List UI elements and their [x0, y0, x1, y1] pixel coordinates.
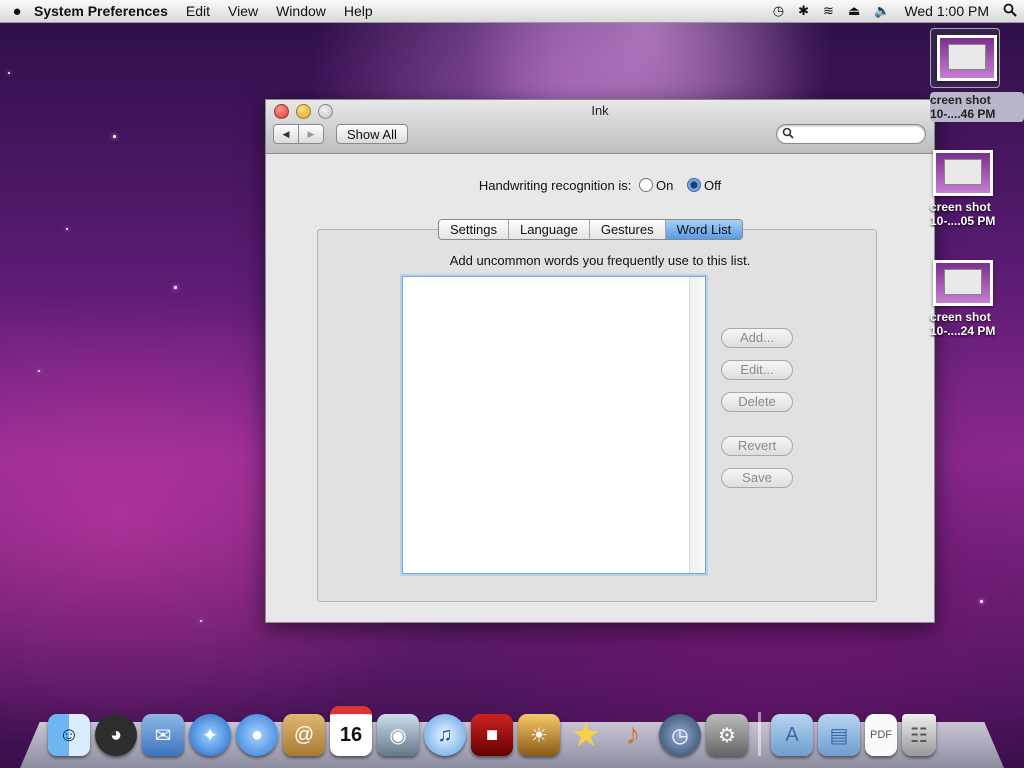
dock: ☺ ◕ ✉ ✦ ● @ 16 ◉ ♫ ■ ☀ ★ ♪ ◷ ⚙ A ▤ PDF ☷ [48, 706, 941, 756]
screenshot-thumbnail-icon [933, 260, 993, 306]
title-bar: Ink ◀ ▶ Show All [266, 100, 934, 154]
spotlight-icon[interactable] [1003, 3, 1017, 20]
save-button[interactable]: Save [721, 468, 793, 488]
time-machine-icon[interactable]: ◷ [659, 714, 701, 756]
bluetooth-icon[interactable]: ✱ [798, 3, 809, 19]
menu-edit[interactable]: Edit [186, 3, 210, 19]
dock-separator [758, 712, 761, 756]
preview-icon[interactable]: ◉ [377, 714, 419, 756]
screenshot-thumbnail-icon [933, 150, 993, 196]
wifi-icon[interactable]: ≋ [823, 3, 834, 19]
menu-window[interactable]: Window [276, 3, 326, 19]
iphoto-icon[interactable]: ☀ [518, 714, 560, 756]
forward-arrow-icon[interactable]: ▶ [299, 124, 324, 144]
applications-folder-icon[interactable]: A [771, 714, 813, 756]
trash-icon[interactable]: ☷ [902, 714, 936, 756]
documents-folder-icon[interactable]: ▤ [818, 714, 860, 756]
back-arrow-icon[interactable]: ◀ [273, 124, 299, 144]
desktop-label: creen shot 10-....24 PM [930, 310, 996, 338]
tab-language[interactable]: Language [509, 220, 590, 239]
finder-icon[interactable]: ☺ [48, 714, 90, 756]
star [66, 228, 68, 230]
imovie-icon[interactable]: ★ [565, 714, 607, 756]
desktop-screenshot-2[interactable]: creen shot 10-....05 PM [930, 150, 1024, 228]
revert-button[interactable]: Revert [721, 436, 793, 456]
eject-icon[interactable]: ⏏ [848, 3, 860, 19]
mail-icon[interactable]: ✉ [142, 714, 184, 756]
radio-off[interactable] [686, 178, 701, 192]
radio-on[interactable] [639, 178, 653, 192]
delete-button[interactable]: Delete [721, 392, 793, 412]
star [113, 135, 116, 138]
volume-icon[interactable]: 🔈 [874, 3, 890, 19]
garageband-icon[interactable]: ♪ [612, 714, 654, 756]
itunes-icon[interactable]: ♫ [424, 714, 466, 756]
time-machine-icon[interactable]: ◷ [773, 3, 784, 19]
tab-settings[interactable]: Settings [439, 220, 509, 239]
pdf-document-icon[interactable]: PDF [865, 714, 897, 756]
desktop-label: creen shot 10-....05 PM [930, 200, 996, 228]
menu-view[interactable]: View [228, 3, 258, 19]
edit-button[interactable]: Edit... [721, 360, 793, 380]
address-book-icon[interactable]: @ [283, 714, 325, 756]
tab-word-list[interactable]: Word List [665, 220, 743, 239]
search-icon [782, 127, 794, 139]
tab-gestures[interactable]: Gestures [590, 220, 666, 239]
star [38, 370, 40, 372]
window-title: Ink [591, 103, 609, 118]
star [174, 286, 177, 289]
show-all-button[interactable]: Show All [336, 124, 408, 144]
menu-app-name[interactable]: System Preferences [34, 3, 168, 19]
apple-menu-icon[interactable]: ● [0, 3, 34, 20]
add-button[interactable]: Add... [721, 328, 793, 348]
desktop-label: creen shot 10-....46 PM [930, 92, 1024, 122]
word-list-caption: Add uncommon words you frequently use to… [449, 253, 751, 268]
dashboard-icon[interactable]: ◕ [95, 714, 137, 756]
menu-bar: ● System Preferences Edit View Window He… [0, 0, 1024, 23]
ink-preferences-window: Ink ◀ ▶ Show All Handwriting recognition… [265, 99, 935, 623]
tab-bar: Settings Language Gestures Word List [438, 219, 744, 240]
ichat-icon[interactable]: ● [236, 714, 278, 756]
star [980, 600, 983, 603]
menu-help[interactable]: Help [344, 3, 373, 19]
desktop-screenshot-3[interactable]: creen shot 10-....24 PM [930, 260, 1024, 338]
clock[interactable]: Wed 1:00 PM [904, 3, 989, 19]
screenshot-thumbnail-icon [937, 35, 997, 81]
front-row-icon[interactable]: ■ [471, 714, 513, 756]
star [200, 620, 202, 622]
word-list-box[interactable] [402, 276, 706, 574]
handwriting-recognition-row: Handwriting recognition is: On Off [266, 178, 934, 193]
word-list-scrollbar[interactable] [689, 277, 705, 573]
search-field[interactable] [776, 124, 926, 144]
radio-on-label[interactable]: On [656, 178, 673, 193]
handwriting-label: Handwriting recognition is: [478, 178, 632, 193]
safari-icon[interactable]: ✦ [189, 714, 231, 756]
desktop-screenshot-1[interactable]: creen shot 10-....46 PM [930, 28, 1024, 122]
radio-off-label[interactable]: Off [704, 178, 721, 193]
system-preferences-icon[interactable]: ⚙ [706, 714, 748, 756]
ical-icon[interactable]: 16 [330, 706, 372, 756]
star [8, 72, 10, 74]
